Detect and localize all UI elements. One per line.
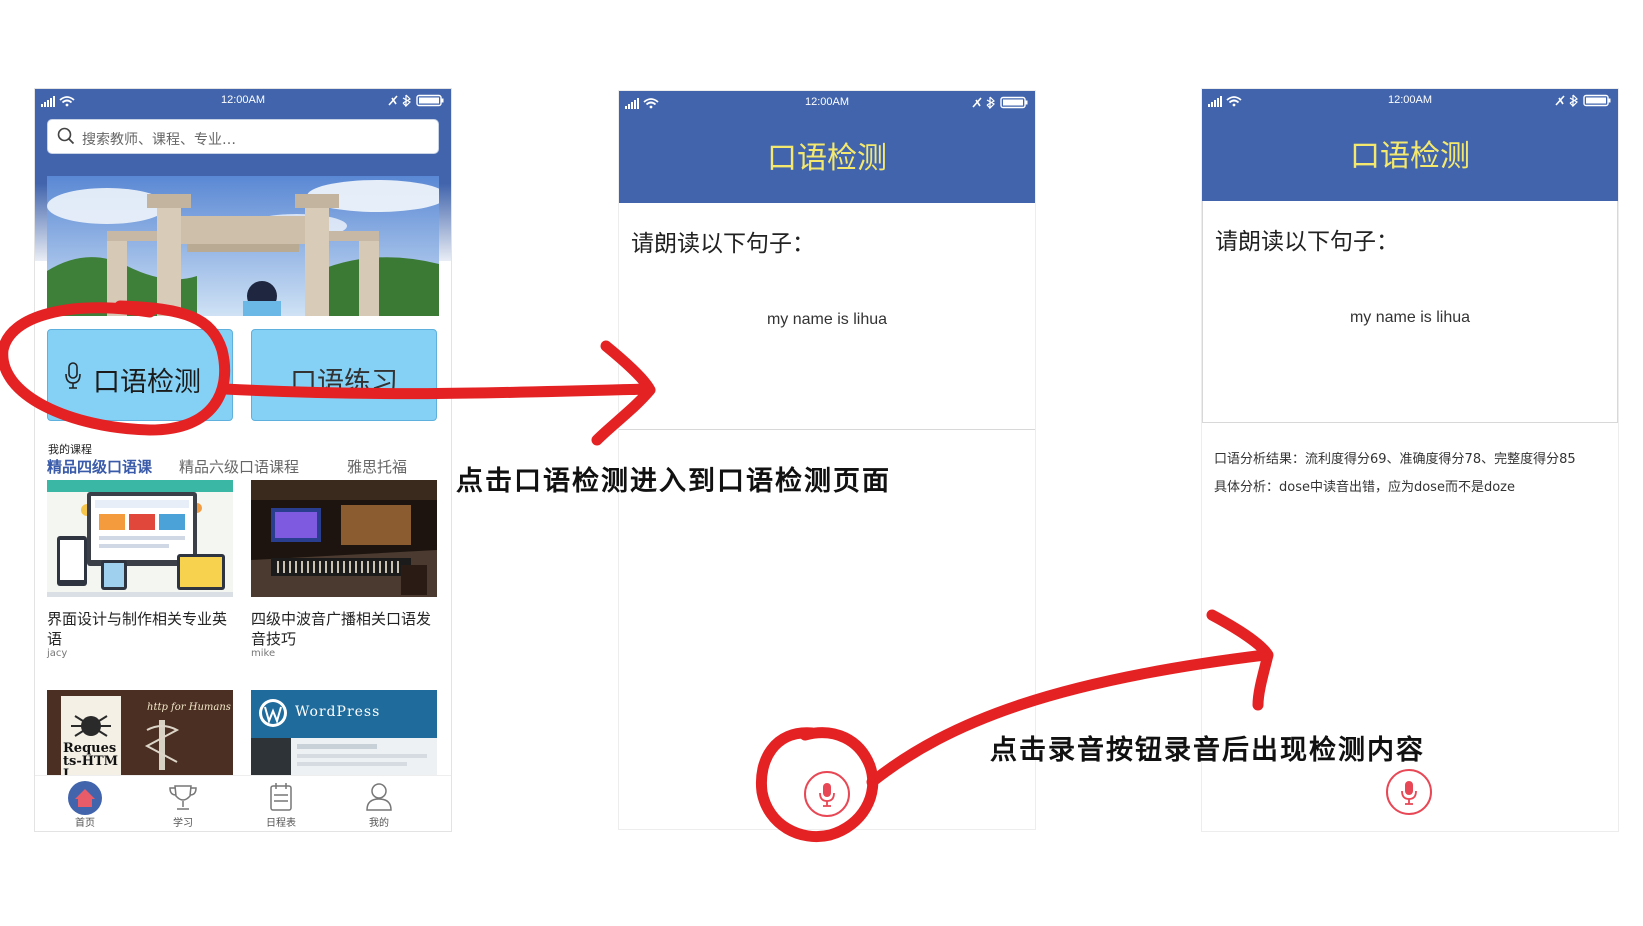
- record-button[interactable]: [804, 771, 850, 817]
- battery-icon: [388, 94, 444, 107]
- course-card[interactable]: WordPress: [251, 690, 437, 780]
- tab-home[interactable]: 首页: [55, 780, 115, 829]
- course-card[interactable]: 界面设计与制作相关专业英语 jacy: [47, 480, 233, 659]
- target-sentence: my name is lihua: [1349, 309, 1471, 326]
- battery-icon: [1555, 94, 1611, 107]
- tab-ielts-toefl[interactable]: 雅思托福: [347, 456, 407, 477]
- thumbnail-subcaption: http for Humans: [147, 702, 231, 713]
- status-bar: 12:00AM: [35, 89, 451, 113]
- tab-schedule[interactable]: 日程表: [251, 780, 311, 829]
- tab-label: 日程表: [266, 818, 296, 829]
- home-icon: [68, 781, 102, 815]
- page-title: 口语检测: [1350, 139, 1470, 174]
- speaking-practice-tile[interactable]: 口语练习: [251, 329, 437, 421]
- annotation-step1: 点击口语检测进入到口语检测页面: [456, 466, 891, 497]
- course-thumbnail: [47, 480, 233, 597]
- tile-label: 口语练习: [290, 367, 398, 398]
- speaking-test-tile[interactable]: 口语检测: [47, 329, 233, 421]
- bottom-tab-bar: 首页 学习 日程表 我的: [35, 775, 451, 831]
- course-author: mike: [251, 648, 276, 659]
- tab-mine[interactable]: 我的: [349, 780, 409, 829]
- course-tabs: 精品四级口语课 精品六级口语课程 雅思托福: [47, 456, 439, 478]
- trophy-icon: [169, 785, 197, 810]
- prompt-label: 请朗读以下句子：: [631, 231, 815, 257]
- battery-icon: [972, 96, 1028, 109]
- course-thumbnail: [251, 480, 437, 597]
- feature-tiles: 口语检测 口语练习: [47, 329, 439, 421]
- banner-image[interactable]: [47, 176, 439, 316]
- course-card[interactable]: 四级中波音广播相关口语发音技巧 mike: [251, 480, 437, 659]
- prompt-panel: 请朗读以下句子： my name is lihua: [1202, 201, 1618, 423]
- thumbnail-caption: WordPress: [295, 704, 381, 720]
- result-summary: 口语分析结果：流利度得分69、准确度得分78、完整度得分85: [1214, 452, 1576, 467]
- page-title: 口语检测: [767, 141, 887, 176]
- home-screen: 12:00AM 搜索教师、课程、专业… 口语检测 口语练习 我的课程 精品四级口…: [34, 88, 452, 832]
- user-icon: [366, 783, 392, 811]
- course-title: 界面设计与制作相关专业英语: [47, 610, 228, 648]
- status-bar: 12:00AM: [1202, 89, 1618, 113]
- section-label: 我的课程: [48, 443, 92, 456]
- search-placeholder: 搜索教师、课程、专业…: [82, 132, 236, 148]
- microphone-icon: [65, 362, 81, 389]
- tab-study[interactable]: 学习: [153, 780, 213, 829]
- annotation-step2: 点击录音按钮录音后出现检测内容: [990, 735, 1425, 766]
- tab-label: 学习: [173, 818, 193, 829]
- calendar-icon: [270, 783, 292, 811]
- course-thumbnail: WordPress: [251, 690, 437, 780]
- target-sentence: my name is lihua: [766, 311, 888, 328]
- search-input[interactable]: 搜索教师、课程、专业…: [47, 119, 439, 154]
- speaking-result-screen: 口语检测 12:00AM 请朗读以下句子： my name is lihua 口…: [1201, 88, 1619, 832]
- tab-label: 我的: [369, 818, 389, 829]
- prompt-panel: 请朗读以下句子： my name is lihua: [619, 203, 1035, 430]
- record-button[interactable]: [1386, 769, 1432, 815]
- result-detail: 具体分析：dose中读音出错，应为dose而不是doze: [1214, 480, 1515, 495]
- tab-cet6[interactable]: 精品六级口语课程: [179, 456, 299, 477]
- microphone-icon: [819, 783, 835, 807]
- search-icon: [57, 127, 75, 145]
- tile-label: 口语检测: [93, 367, 201, 398]
- course-thumbnail: Requests-HTML http for Humans: [47, 690, 233, 780]
- course-card[interactable]: Requests-HTML http for Humans: [47, 690, 233, 780]
- prompt-label: 请朗读以下句子：: [1215, 229, 1399, 255]
- tab-label: 首页: [75, 818, 95, 829]
- microphone-icon: [1401, 781, 1417, 805]
- course-author: jacy: [47, 648, 68, 659]
- tab-cet4[interactable]: 精品四级口语课: [47, 456, 152, 477]
- status-bar: 12:00AM: [619, 91, 1035, 115]
- course-title: 四级中波音广播相关口语发音技巧: [251, 610, 432, 648]
